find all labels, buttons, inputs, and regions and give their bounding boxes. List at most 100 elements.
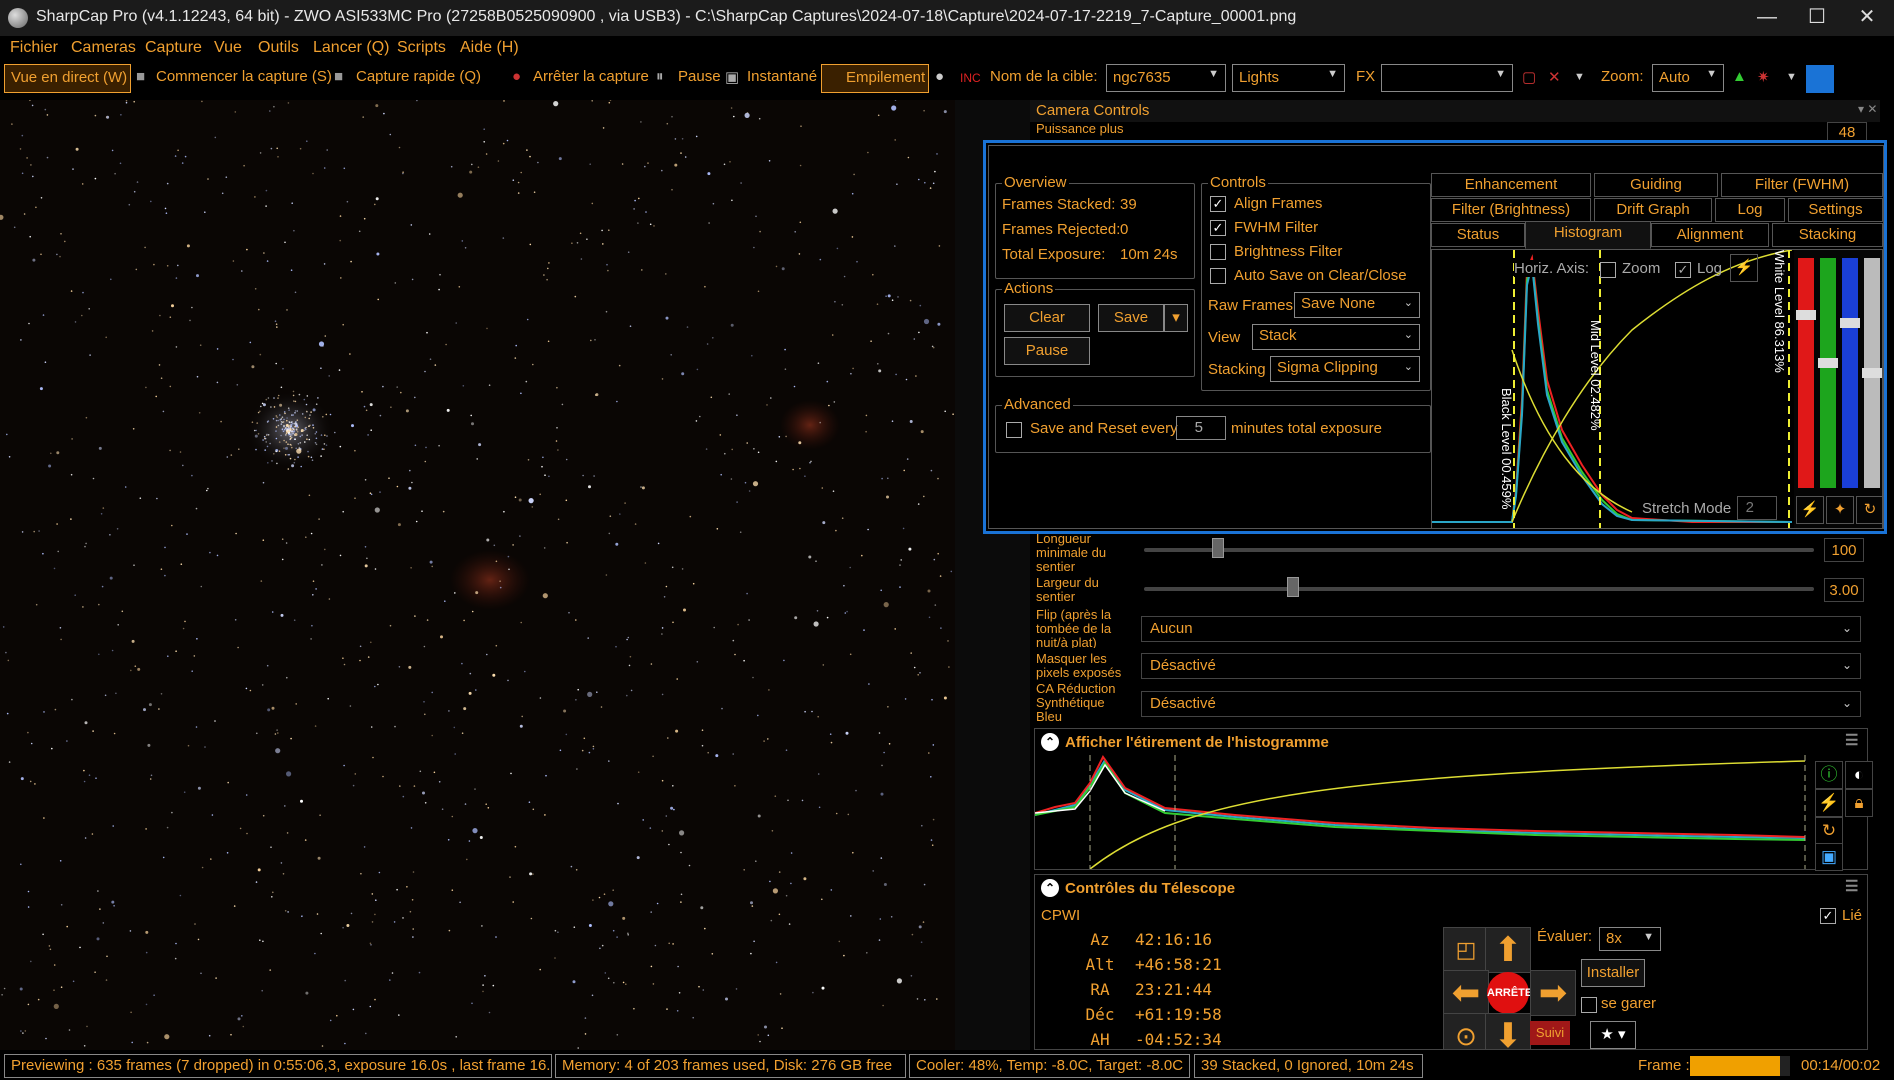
- fx-select[interactable]: ▼: [1381, 64, 1513, 92]
- power-value[interactable]: 48: [1827, 122, 1867, 142]
- stretch-histogram[interactable]: [1035, 755, 1815, 869]
- lock-icon[interactable]: 🔒︎: [1845, 789, 1873, 817]
- arrow-left-icon[interactable]: ⬅: [1443, 970, 1489, 1016]
- chevron-down-icon[interactable]: ▼: [1574, 71, 1585, 83]
- save-icon[interactable]: ▣: [1815, 843, 1843, 871]
- image-preview[interactable]: [0, 99, 955, 1050]
- reset-icon[interactable]: ↻: [1856, 496, 1882, 524]
- target-icon[interactable]: ⊙: [1443, 1013, 1489, 1049]
- menu-lancer[interactable]: Lancer (Q): [313, 39, 389, 57]
- autosave-checkbox[interactable]: [1210, 268, 1226, 284]
- settings-icon[interactable]: ✷: [1757, 68, 1770, 86]
- save-button[interactable]: Save: [1098, 304, 1164, 332]
- histogram-stretch-header[interactable]: ⌃ Afficher l'étirement de l'histogramme …: [1035, 729, 1867, 755]
- tab-drift-graph[interactable]: Drift Graph: [1594, 198, 1712, 222]
- quick-capture-button[interactable]: Capture rapide (Q): [356, 68, 481, 85]
- log-checkbox[interactable]: ✓: [1675, 262, 1691, 278]
- tab-alignment[interactable]: Alignment: [1651, 223, 1769, 247]
- goto-icon[interactable]: ◰: [1443, 927, 1489, 973]
- green-handle[interactable]: [1818, 358, 1838, 368]
- trail-width-knob[interactable]: [1287, 577, 1299, 597]
- target-select[interactable]: ngc7635 ▼: [1106, 64, 1226, 92]
- live-view-button[interactable]: Vue en direct (W): [4, 64, 131, 93]
- chevron-down-icon[interactable]: ▼: [1786, 71, 1797, 83]
- star-icon[interactable]: ★ ▾: [1590, 1021, 1636, 1049]
- align-checkbox[interactable]: ✓: [1210, 196, 1226, 212]
- sparkle-icon[interactable]: ✦: [1826, 496, 1854, 524]
- menu-outils[interactable]: Outils: [258, 39, 299, 57]
- save-menu-button[interactable]: ▾: [1164, 304, 1188, 332]
- raw-frames-select[interactable]: Save None ⌄: [1294, 292, 1420, 318]
- stacking-mode-select[interactable]: Sigma Clipping ⌄: [1270, 356, 1420, 382]
- snapshot-button[interactable]: Instantané: [747, 68, 817, 85]
- tab-guiding[interactable]: Guiding: [1594, 173, 1718, 197]
- menu-capture[interactable]: Capture: [145, 39, 202, 57]
- clear-button[interactable]: Clear: [1004, 304, 1090, 332]
- lightning-icon[interactable]: ⚡: [1796, 496, 1824, 524]
- trail-width-slider[interactable]: [1144, 587, 1814, 591]
- arrow-down-icon[interactable]: ⬇: [1485, 1013, 1531, 1049]
- lightning-icon[interactable]: ⚡: [1730, 254, 1758, 282]
- red-handle[interactable]: [1796, 310, 1816, 320]
- menu-vue[interactable]: Vue: [214, 39, 242, 57]
- track-button[interactable]: Suivi: [1530, 1021, 1570, 1045]
- arrow-up-icon[interactable]: ⬆: [1485, 927, 1531, 973]
- telescope-header[interactable]: ⌃ Contrôles du Télescope ☰: [1035, 875, 1867, 901]
- cross-icon[interactable]: ✕: [1548, 68, 1561, 86]
- red-channel-slider[interactable]: [1798, 258, 1814, 488]
- collapse-icon[interactable]: ⌃: [1041, 879, 1059, 897]
- ca-select[interactable]: Désactivé ⌄: [1141, 691, 1861, 717]
- green-channel-slider[interactable]: [1820, 258, 1836, 488]
- inc-icon[interactable]: INC: [960, 71, 981, 85]
- arrow-right-icon[interactable]: ➡: [1530, 970, 1576, 1016]
- lum-handle[interactable]: [1862, 368, 1882, 378]
- brush-icon[interactable]: [1806, 65, 1834, 93]
- lightning-icon[interactable]: ⚡: [1815, 789, 1843, 817]
- brightness-checkbox[interactable]: [1210, 244, 1226, 260]
- menu-scripts[interactable]: Scripts: [397, 39, 446, 57]
- min-trail-slider[interactable]: [1144, 548, 1814, 552]
- tab-log[interactable]: Log: [1715, 198, 1785, 222]
- tab-filter-fwhm[interactable]: Filter (FWHM): [1721, 173, 1883, 197]
- contrast-icon[interactable]: ◐: [1845, 761, 1873, 789]
- menu-cameras[interactable]: Cameras: [71, 39, 136, 57]
- sphere-icon[interactable]: ●: [935, 68, 944, 85]
- frame-type-select[interactable]: Lights ▼: [1232, 64, 1345, 92]
- stretch-mode-stepper[interactable]: 2: [1737, 496, 1777, 520]
- minutes-stepper[interactable]: 5: [1176, 416, 1226, 440]
- save-reset-checkbox[interactable]: [1006, 422, 1022, 438]
- tab-stacking[interactable]: Stacking: [1772, 223, 1883, 247]
- tab-settings[interactable]: Settings: [1788, 198, 1883, 222]
- mask-select[interactable]: Désactivé ⌄: [1141, 653, 1861, 679]
- min-trail-value[interactable]: 100: [1824, 538, 1864, 562]
- tab-histogram[interactable]: Histogram: [1525, 221, 1651, 249]
- blue-handle[interactable]: [1840, 318, 1860, 328]
- trail-width-value[interactable]: 3.00: [1824, 578, 1864, 602]
- maximize-button[interactable]: ☐: [1792, 0, 1842, 36]
- stop-button[interactable]: ARRÊTE: [1487, 972, 1532, 1014]
- install-button[interactable]: Installer: [1581, 959, 1645, 987]
- menu-icon[interactable]: ☰: [1845, 877, 1858, 895]
- menu-aide[interactable]: Aide (H): [460, 39, 519, 57]
- pin-icon[interactable]: ▾ ✕: [1858, 102, 1877, 116]
- view-select[interactable]: Stack ⌄: [1252, 324, 1420, 350]
- blue-channel-slider[interactable]: [1842, 258, 1858, 488]
- reset-icon[interactable]: ↻: [1815, 817, 1843, 845]
- start-capture-button[interactable]: Commencer la capture (S): [156, 68, 332, 85]
- pause-stack-button[interactable]: Pause: [1004, 337, 1090, 365]
- tab-enhancement[interactable]: Enhancement: [1431, 173, 1591, 197]
- minimize-button[interactable]: —: [1742, 0, 1792, 36]
- zoom-select[interactable]: Auto ▼: [1652, 64, 1724, 92]
- tab-filter-brightness[interactable]: Filter (Brightness): [1431, 198, 1591, 222]
- stack-histogram-chart[interactable]: [1432, 250, 1792, 529]
- collapse-icon[interactable]: ⌃: [1041, 733, 1059, 751]
- menu-icon[interactable]: ☰: [1845, 731, 1858, 749]
- pause-button[interactable]: Pause: [678, 68, 721, 85]
- auto-stretch-icon[interactable]: ⓘ: [1815, 761, 1843, 789]
- close-button[interactable]: ✕: [1842, 0, 1892, 36]
- park-checkbox[interactable]: [1581, 997, 1597, 1013]
- zoom-checkbox[interactable]: [1600, 262, 1616, 278]
- linked-checkbox[interactable]: ✓: [1820, 908, 1836, 924]
- tab-status[interactable]: Status: [1431, 223, 1525, 247]
- flip-select[interactable]: Aucun ⌄: [1141, 616, 1861, 642]
